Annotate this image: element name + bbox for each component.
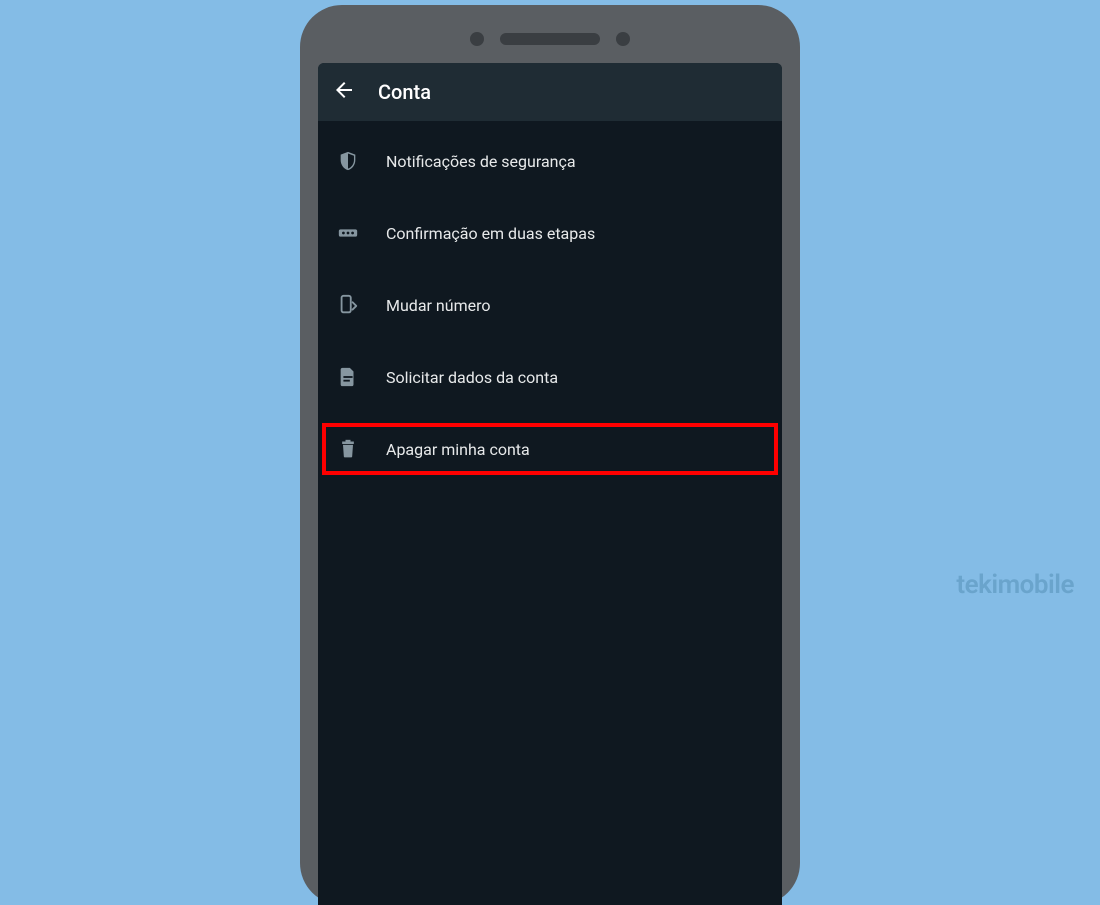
app-bar: Conta: [318, 63, 782, 121]
page-title: Conta: [378, 80, 431, 104]
menu-item-label: Confirmação em duas etapas: [386, 224, 595, 243]
change-number-icon: [336, 293, 360, 317]
trash-icon: [336, 437, 360, 461]
watermark: tekimobile: [956, 570, 1074, 600]
shield-icon: [336, 149, 360, 173]
menu-item-label: Apagar minha conta: [386, 440, 530, 459]
menu-item-change-number[interactable]: Mudar número: [318, 269, 782, 341]
menu-item-security-notifications[interactable]: Notificações de segurança: [318, 125, 782, 197]
phone-screen: Conta Notificações de segurança: [318, 63, 782, 905]
menu-list: Notificações de segurança Confirmação em…: [318, 121, 782, 485]
menu-item-two-step[interactable]: Confirmação em duas etapas: [318, 197, 782, 269]
phone-sensor: [470, 32, 484, 46]
password-icon: [336, 221, 360, 245]
phone-frame: Conta Notificações de segurança: [300, 5, 800, 905]
back-icon[interactable]: [332, 78, 356, 106]
document-icon: [336, 365, 360, 389]
menu-item-label: Solicitar dados da conta: [386, 368, 558, 387]
phone-sensor: [616, 32, 630, 46]
menu-item-label: Mudar número: [386, 296, 490, 315]
phone-speaker: [500, 33, 600, 45]
menu-item-request-data[interactable]: Solicitar dados da conta: [318, 341, 782, 413]
menu-item-label: Notificações de segurança: [386, 152, 576, 171]
menu-item-delete-account[interactable]: Apagar minha conta: [318, 413, 782, 485]
